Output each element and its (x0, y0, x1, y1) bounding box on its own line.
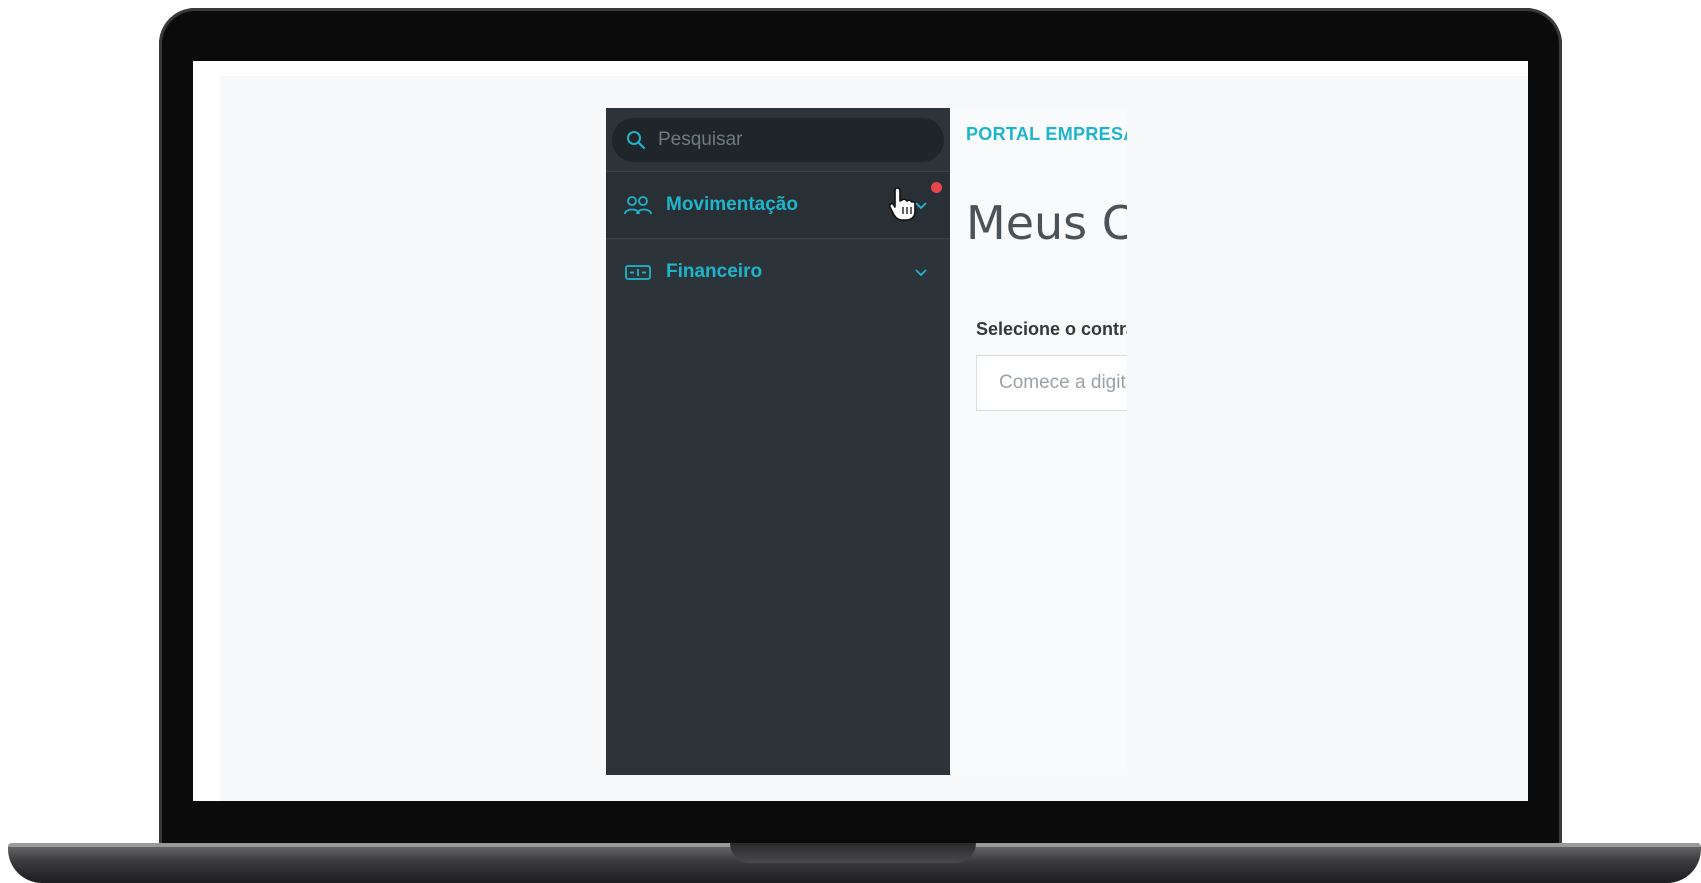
chevron-down-icon[interactable] (914, 200, 928, 210)
sidebar: Movimentação Financeiro (606, 108, 950, 775)
sidebar-item-label: Movimentação (666, 194, 798, 215)
sidebar-item-financeiro[interactable]: Financeiro (606, 239, 950, 305)
main-content: PORTAL EMPRESA Meus Contratos Selecione … (950, 108, 1127, 775)
users-icon (624, 196, 652, 215)
search-icon (627, 131, 646, 150)
chevron-down-icon[interactable] (914, 267, 928, 277)
laptop-notch (730, 843, 976, 863)
page-title: Meus Contratos (966, 196, 1127, 250)
hand-cursor-icon (888, 187, 916, 221)
search-bar[interactable] (612, 118, 944, 162)
contract-search-field[interactable] (976, 355, 1127, 411)
sidebar-item-label: Financeiro (666, 261, 763, 282)
search-input[interactable] (656, 119, 944, 161)
notification-dot (931, 182, 942, 193)
money-icon (625, 265, 651, 280)
laptop-screen: Movimentação Financeiro (193, 61, 1528, 801)
contract-field-label: Selecione o contrato (976, 319, 1127, 339)
breadcrumb[interactable]: PORTAL EMPRESA (966, 124, 1127, 145)
sidebar-item-movimentacao[interactable]: Movimentação (606, 172, 950, 238)
